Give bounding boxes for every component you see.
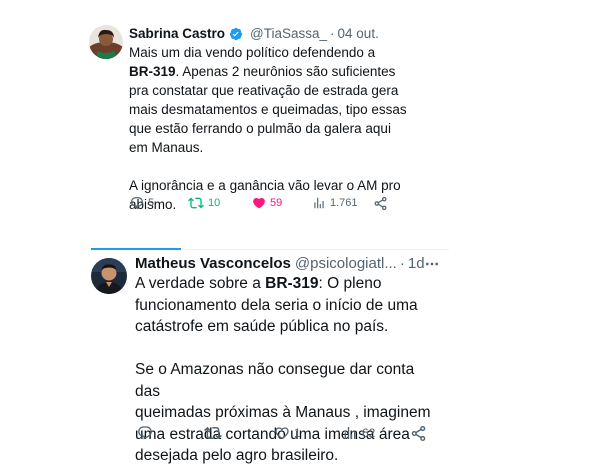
author-handle[interactable]: @psicologiatl... — [295, 255, 397, 272]
repost-count: 10 — [208, 197, 221, 209]
tweet-matheus-vasconcelos[interactable]: Matheus Vasconcelos @psicologiatl... · 1… — [0, 236, 591, 471]
author-handle[interactable]: @TiaSassa_ — [250, 26, 327, 41]
repost-button[interactable]: 10 — [188, 195, 220, 211]
reply-icon — [131, 197, 143, 209]
separator: · — [330, 26, 335, 41]
tweet-sabrina-castro[interactable]: Sabrina Castro @TiaSassa_ · 04 out. Mais… — [0, 0, 591, 236]
reply-count: 5 — [148, 197, 155, 209]
reply-button[interactable] — [137, 425, 157, 441]
heart-icon — [275, 427, 289, 440]
like-button[interactable]: 1 — [274, 425, 301, 441]
author-name[interactable]: Sabrina Castro — [129, 26, 225, 41]
share-button[interactable] — [410, 425, 431, 442]
reply-icon — [138, 426, 152, 440]
timestamp[interactable]: 04 out. — [338, 26, 379, 41]
tweet-header: Sabrina Castro @TiaSassa_ · 04 out. — [129, 26, 379, 41]
avatar[interactable] — [91, 258, 127, 294]
views-icon — [344, 427, 356, 439]
views-count: 1.761 — [330, 197, 358, 209]
views-button[interactable]: 1.761 — [312, 196, 358, 210]
share-icon — [411, 425, 426, 441]
like-count: 59 — [270, 197, 283, 209]
tweet-text-part: . Apenas 2 neurônios são suficientes pra… — [129, 64, 407, 212]
views-button[interactable]: 62 — [342, 425, 375, 441]
timestamp[interactable]: 1d — [408, 255, 425, 272]
avatar-image — [89, 25, 123, 59]
heart-icon — [253, 198, 265, 209]
like-count: 1 — [294, 426, 301, 440]
repost-button[interactable] — [204, 424, 226, 442]
avatar-image — [91, 258, 127, 294]
separator: · — [399, 255, 405, 272]
avatar[interactable] — [89, 25, 123, 59]
more-options-button[interactable] — [424, 256, 440, 272]
tweet-text-part: Mais um dia vendo político defendendo a — [129, 45, 376, 60]
verified-badge-icon — [229, 27, 243, 41]
tweet-hashtag-highlight: BR-319 — [265, 275, 319, 292]
tweet-text: Mais um dia vendo político defendendo a … — [129, 43, 429, 214]
share-button[interactable] — [373, 196, 392, 211]
tweet-hashtag-highlight: BR-319 — [129, 64, 176, 79]
repost-icon — [204, 426, 222, 440]
views-icon — [314, 197, 324, 209]
repost-icon — [188, 197, 204, 209]
more-icon — [426, 262, 438, 266]
like-button[interactable]: 59 — [252, 196, 282, 210]
author-name[interactable]: Matheus Vasconcelos — [135, 255, 291, 272]
reply-button[interactable]: 5 — [130, 196, 154, 210]
views-count: 62 — [362, 426, 376, 440]
share-icon — [374, 196, 387, 210]
tweet-text-part: A verdade sobre a — [135, 275, 266, 292]
tweet-header: Matheus Vasconcelos @psicologiatl... · 1… — [135, 255, 425, 272]
